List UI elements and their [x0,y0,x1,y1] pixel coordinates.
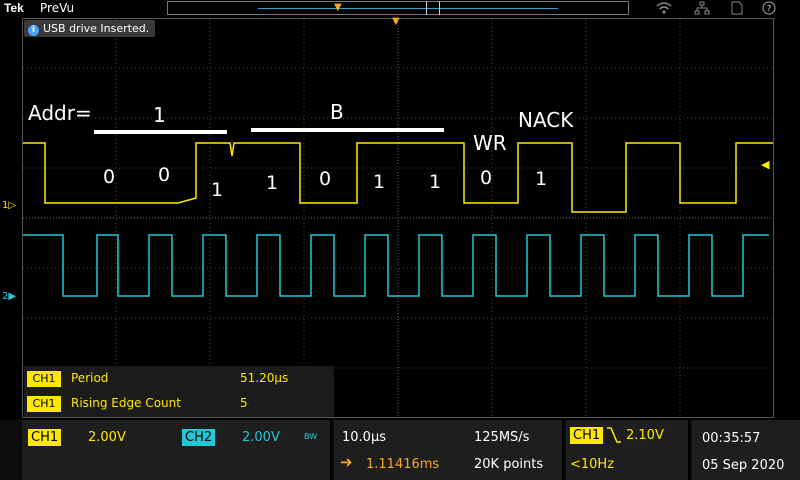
clock-time: 00:35:57 [702,431,761,446]
vertical-settings-panel: CH1 2.00V CH2 2.00V BW [22,420,332,480]
ch2-waveform [23,234,769,297]
measurement-name: Period [71,371,109,385]
measurement-period[interactable]: CH1 Period 51.20µs [24,367,334,391]
measurement-value: 51.20µs [240,371,289,385]
ch1-badge[interactable]: CH1 [28,429,62,446]
measurement-channel-badge: CH1 [27,371,61,387]
ch1-scale[interactable]: 2.00V [88,430,126,445]
ch2-ground-marker[interactable]: 2▶ [2,291,16,302]
horizontal-scale: 10.0µs [342,430,386,445]
usb-notice[interactable]: i USB drive Inserted. [24,20,156,37]
bit-label: 1 [266,172,279,194]
ch2-badge[interactable]: CH2 [182,429,216,446]
record-length: 20K points [474,457,544,472]
measurement-panel[interactable]: CH1 Period 51.20µs CH1 Rising Edge Count… [24,366,334,417]
clock-date: 05 Sep 2020 [702,458,785,473]
bw-limit-icon: BW [304,432,318,441]
usb-notice-text: USB drive Inserted. [43,22,150,35]
addr-label: Addr= [28,101,92,125]
waveform-display [23,19,773,417]
trigger-position-marker-icon[interactable]: ▼ [392,16,400,27]
ch2-scale[interactable]: 2.00V [242,430,280,445]
falling-edge-icon [607,427,621,443]
delay-arrow-icon: ➜ [340,453,353,471]
sample-rate: 125MS/s [474,430,530,445]
wr-label: WR [473,131,507,155]
measurement-name: Rising Edge Count [71,396,181,410]
measurement-rising-edge-count[interactable]: CH1 Rising Edge Count 5 [24,392,334,416]
ch2-marker-label: 2 [2,291,9,302]
hex-nibble-second: B [330,100,344,124]
ch1-marker-label: 1 [2,200,9,211]
nack-label: NACK [518,108,574,132]
nibble-bar-first [94,130,227,134]
bit-label: 0 [319,168,332,190]
bit-label: 0 [480,167,493,189]
bit-label: 1 [535,168,548,190]
bit-label: 1 [373,171,386,193]
measurement-value: 5 [240,396,248,410]
trigger-level: 2.10V [626,428,664,443]
nibble-bar-second-a [251,128,347,132]
trigger-settings-panel[interactable]: CH1 2.10V <10Hz [566,420,690,480]
horizontal-settings-panel[interactable]: 10.0µs 125MS/s ➜ 1.11416ms 20K points [334,420,564,480]
trigger-level-marker-icon[interactable]: ◀ [761,158,769,171]
ch1-ground-marker[interactable]: 1▷ [2,200,16,211]
measurement-channel-badge: CH1 [27,396,61,412]
clock-panel[interactable]: 00:35:57 05 Sep 2020 [692,420,800,480]
info-icon: i [28,25,39,36]
bit-label: 1 [211,179,224,201]
trigger-frequency: <10Hz [570,457,615,472]
trigger-source-badge: CH1 [570,427,604,444]
horizontal-delay: 1.11416ms [366,457,440,472]
hex-nibble-first: 1 [153,103,166,127]
nibble-bar-second-b [347,128,444,132]
bit-label: 1 [429,171,442,193]
status-bar: CH1 2.00V CH2 2.00V BW 10.0µs 125MS/s ➜ … [0,420,800,480]
ch1-waveform [23,142,773,213]
bit-label: 0 [158,164,171,186]
bit-label: 0 [103,166,116,188]
